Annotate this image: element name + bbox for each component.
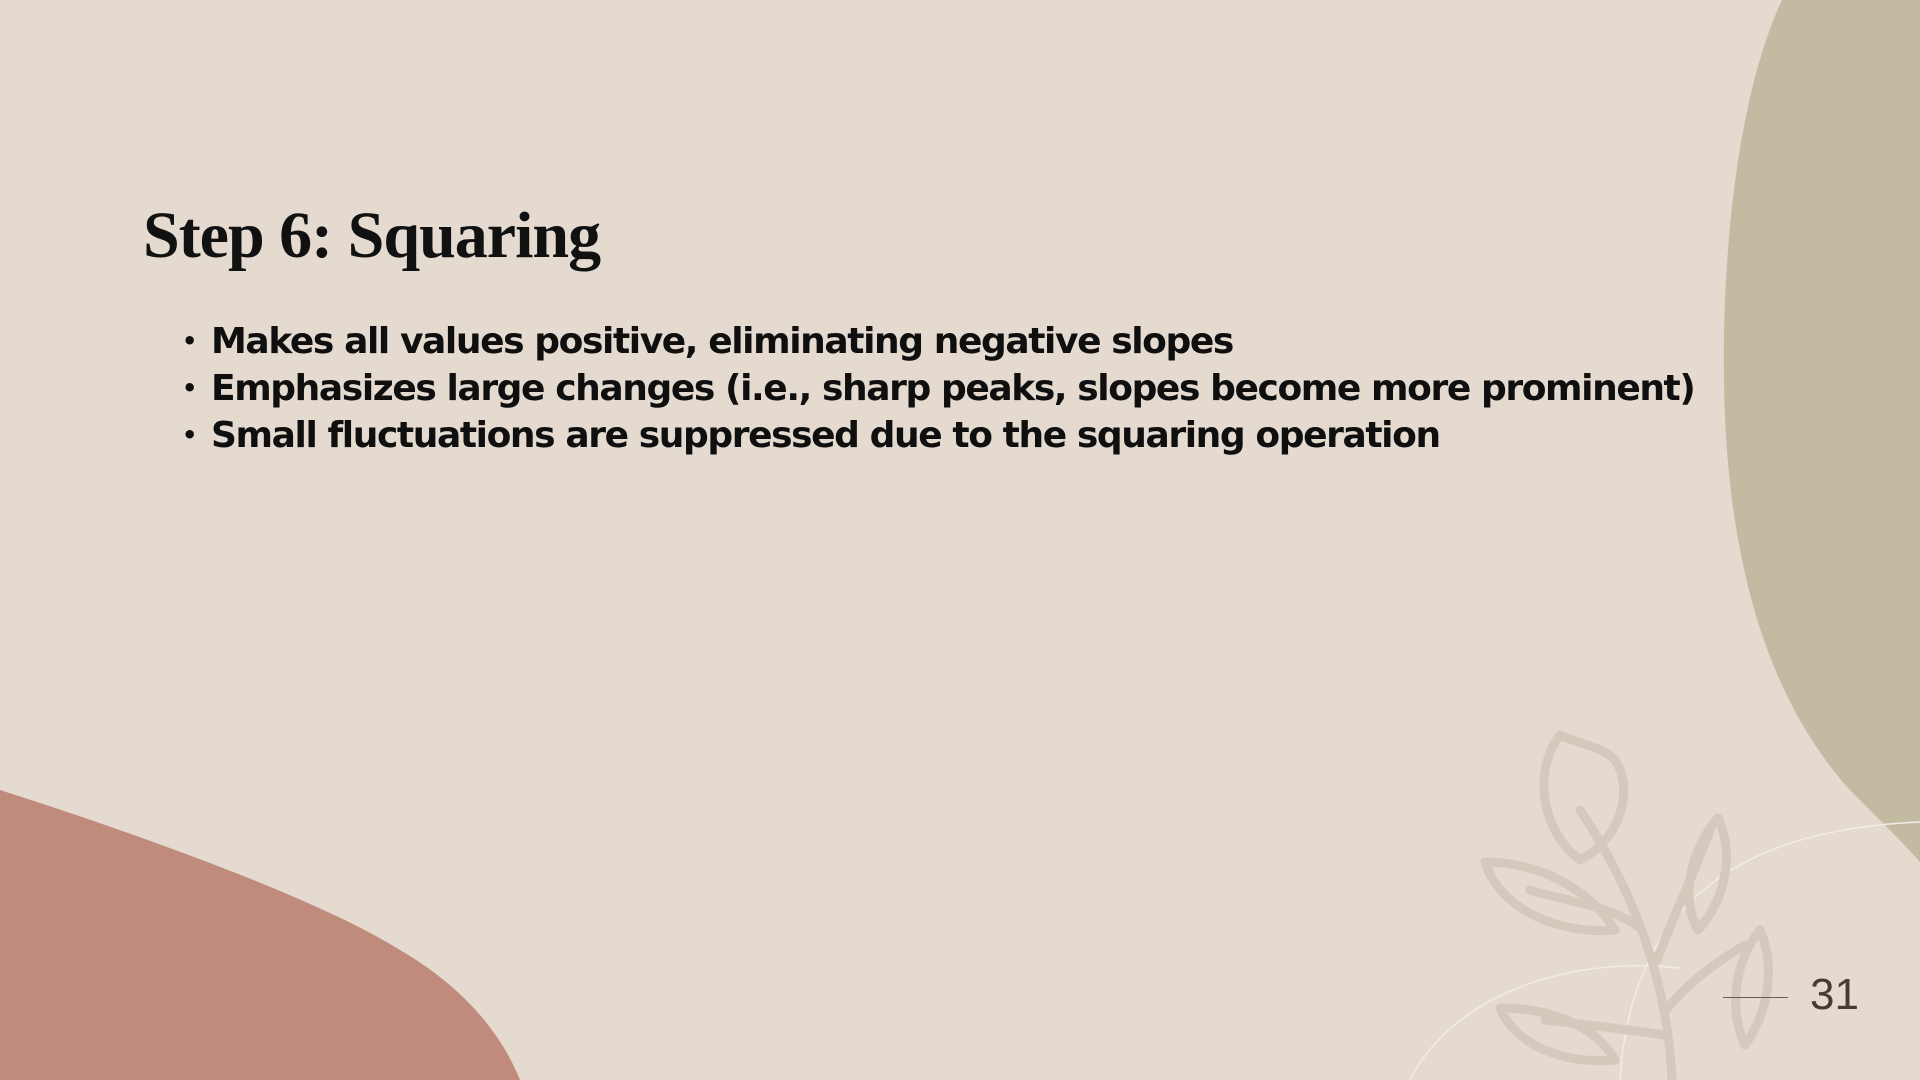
bullet-text: Makes all values positive, eliminating n… (211, 321, 1234, 362)
bullet-dot: • (182, 327, 197, 355)
terracotta-blob-shape (0, 790, 520, 1080)
leaf-branch-icon (1480, 730, 1773, 1080)
page-number: 31 (1810, 970, 1859, 1019)
bullet-list: • Makes all values positive, eliminating… (182, 320, 1696, 461)
page-number-rule (1723, 997, 1788, 998)
bullet-item: • Makes all values positive, eliminating… (182, 320, 1694, 367)
bullet-item: • Emphasizes large changes (i.e., sharp … (182, 367, 1696, 414)
olive-blob-shape (1723, 0, 1920, 862)
bullet-item: • Small fluctuations are suppressed due … (182, 414, 1694, 461)
background-decoration (0, 0, 1920, 1080)
bullet-text: Small fluctuations are suppressed due to… (211, 415, 1441, 456)
slide: Step 6: Squaring • Makes all values posi… (0, 0, 1920, 1080)
bullet-dot: • (182, 374, 197, 402)
slide-title: Step 6: Squaring (143, 199, 601, 272)
bullet-text: Emphasizes large changes (i.e., sharp pe… (211, 368, 1696, 409)
bullet-dot: • (182, 421, 197, 449)
